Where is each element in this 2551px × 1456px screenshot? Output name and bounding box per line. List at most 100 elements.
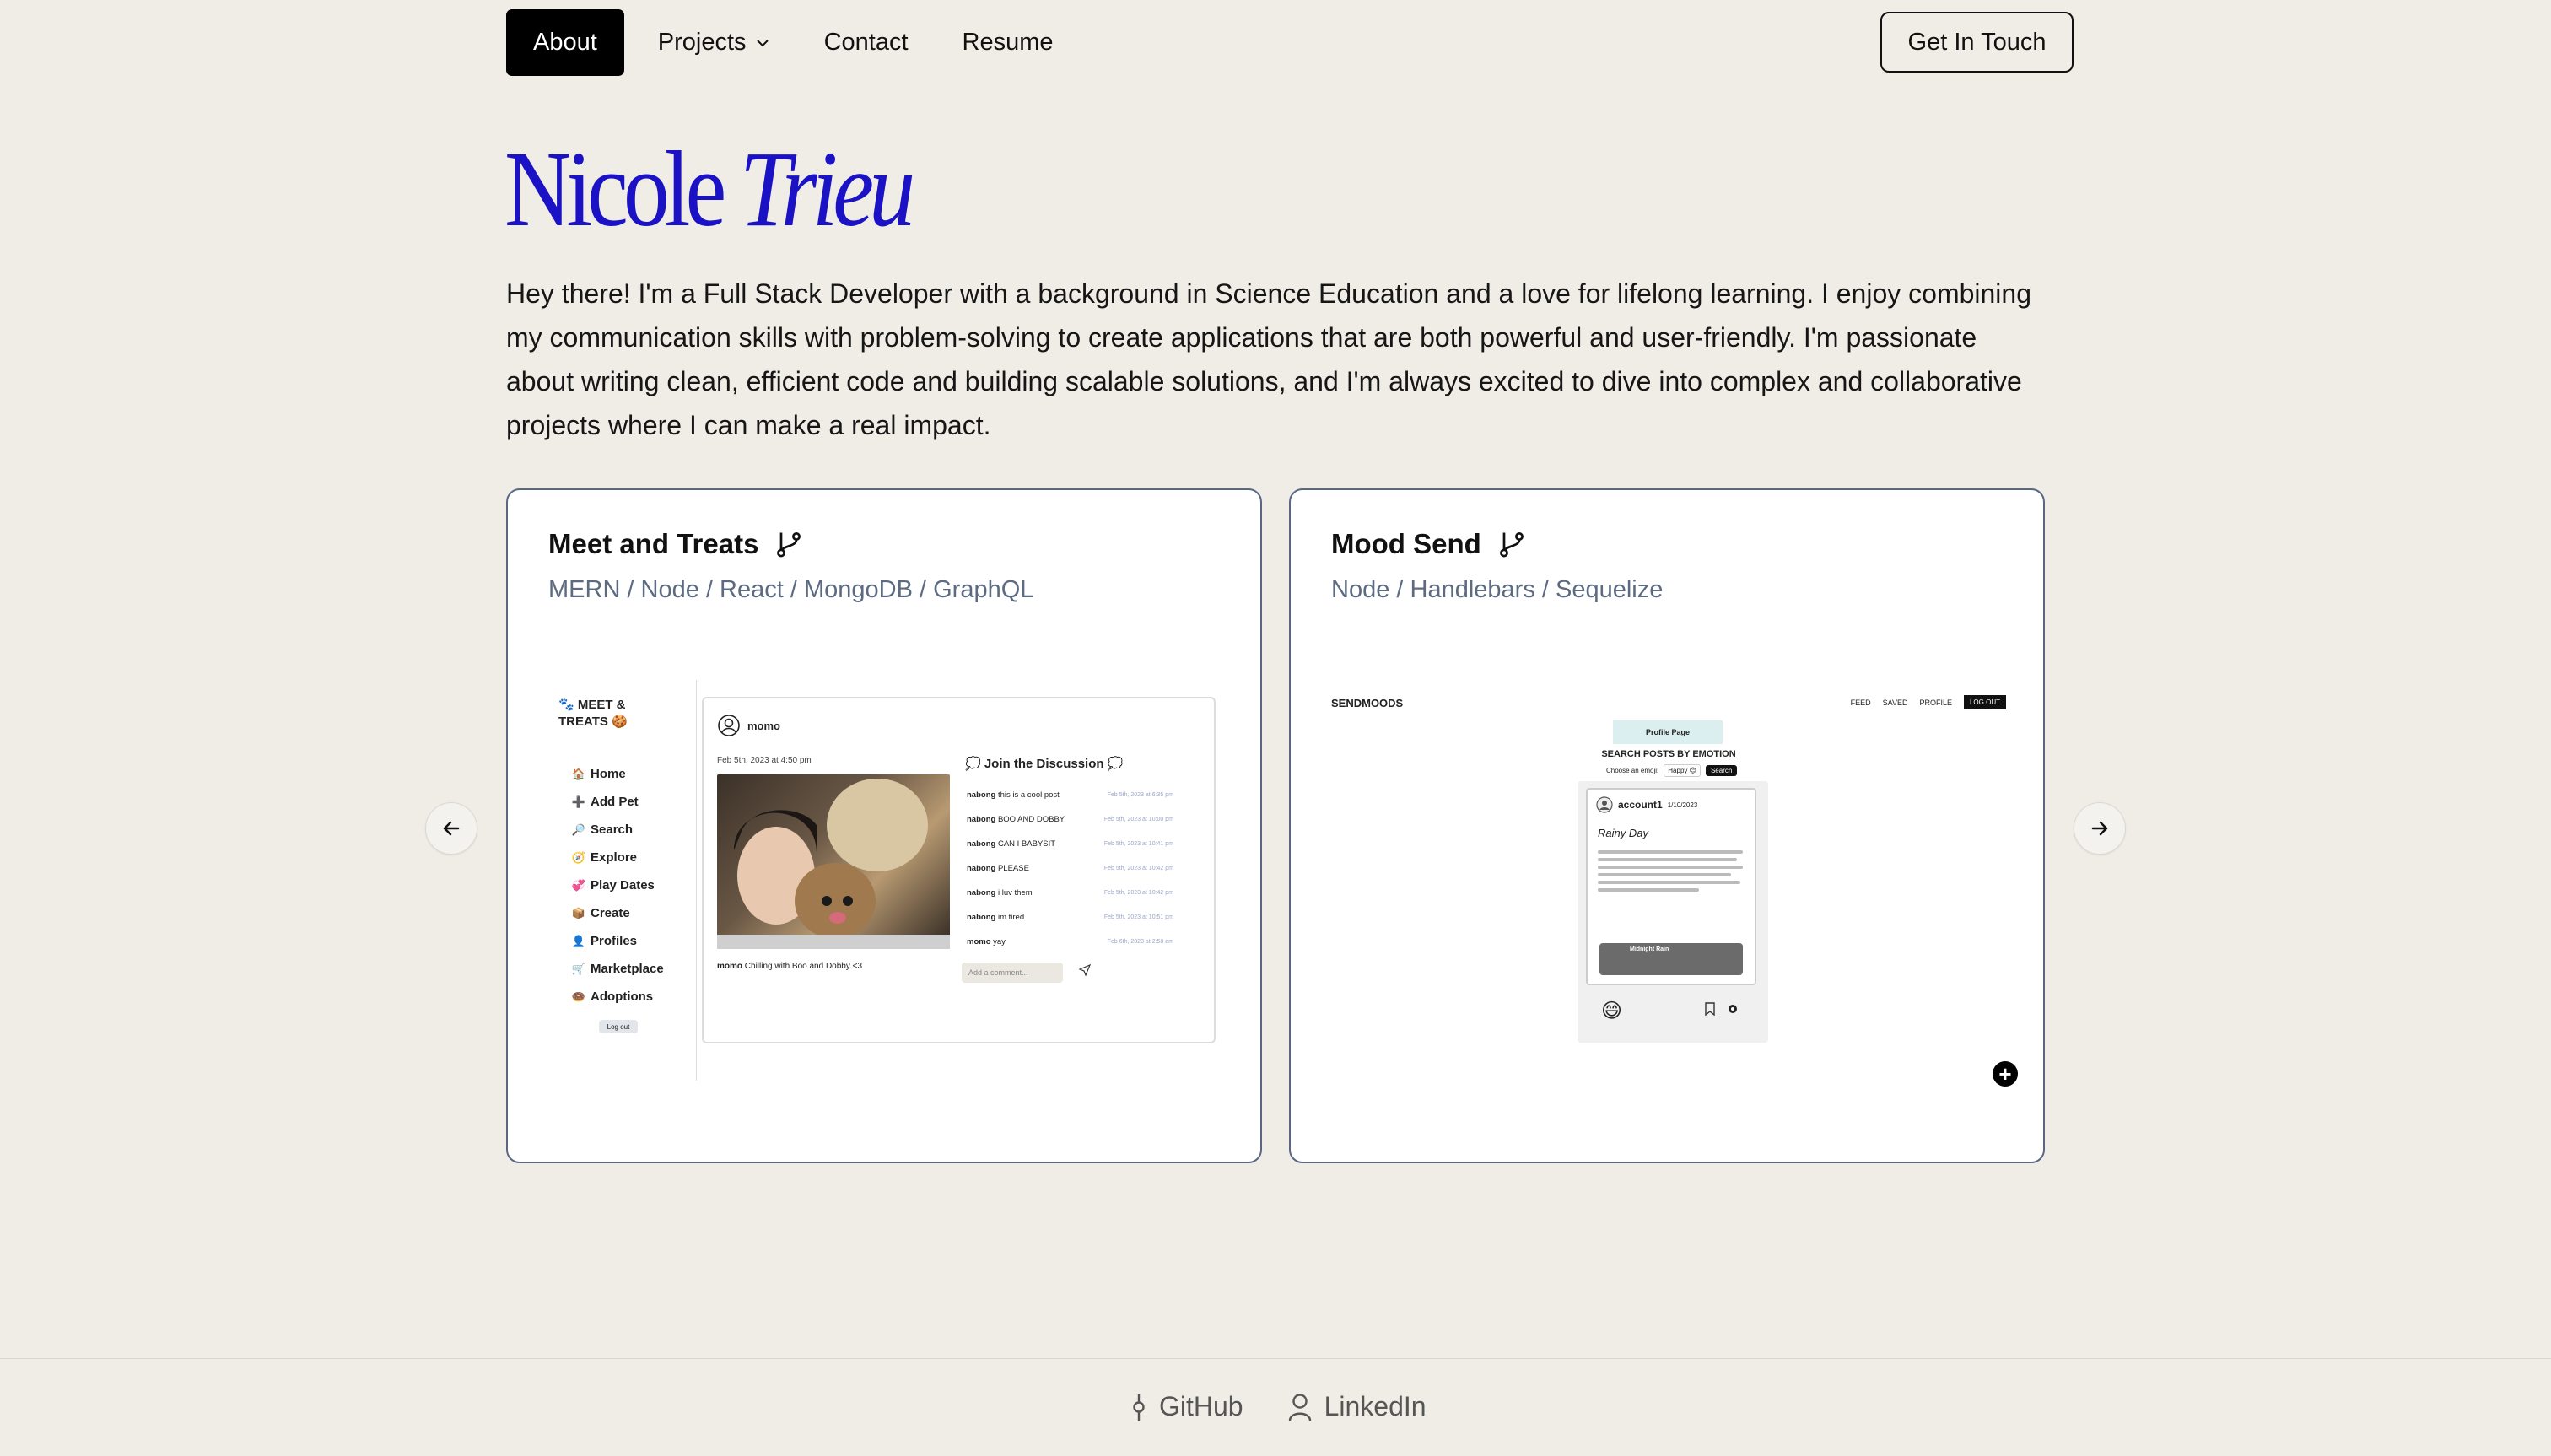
github-link[interactable]: GitHub [1130, 1391, 1243, 1422]
post-photo [717, 774, 950, 949]
project-title: Meet and Treats [548, 528, 804, 560]
comment-text: this is a cool post [997, 790, 1060, 800]
app-post: momo Feb 5th, 2023 at 4:50 pm momo Chill… [702, 697, 1216, 1043]
comment-text: PLEASE [997, 864, 1029, 873]
app-sidebar: 🏠 Home ➕ Add Pet 🔎 Search 🧭 Explore 💞 Play Da… [570, 760, 664, 1011]
add-post-icon: + [1993, 1061, 2018, 1087]
app-nav-item: 🍩 Adoptions [570, 983, 664, 1011]
post-title: Rainy Day [1598, 827, 1648, 839]
comment-row: nabong this is a cool post Feb 5th, 2023 … [967, 783, 1173, 807]
bookmark-icon [1705, 1002, 1715, 1016]
nav-resume[interactable]: Resume [936, 9, 1081, 76]
app-menu-saved: SAVED [1882, 698, 1908, 707]
app-nav-item: 🏠 Home [570, 760, 664, 788]
mood-emoji: 😄 [1601, 1000, 1623, 1022]
comment-text: i luv them [997, 888, 1033, 898]
app-menu-feed: FEED [1850, 698, 1871, 707]
choose-label: Choose an emoji: [1606, 767, 1659, 774]
comment-time: Feb 5th, 2023 at 10:51 pm [1103, 914, 1173, 920]
app-post-user: momo [717, 714, 780, 737]
app-nav-label: Profiles [591, 934, 638, 948]
project-card-meet-and-treats[interactable]: Meet and Treats MERN / Node / React / Mo… [506, 488, 1262, 1163]
comment-time: Feb 5th, 2023 at 10:42 pm [1103, 866, 1173, 871]
comment-text: BOO AND DOBBY [997, 815, 1065, 824]
choose-select: Happy 😊 [1664, 764, 1701, 777]
comment-row: nabong CAN I BABYSIT Feb 5th, 2023 at 10:… [967, 832, 1173, 856]
comment-text: yay [993, 937, 1006, 946]
app-nav-label: Explore [591, 850, 638, 865]
footer-links: GitHub LinkedIn [1130, 1391, 1427, 1422]
comment-time: Feb 5th, 2023 at 6:35 pm [1107, 792, 1173, 798]
comment-user: nabong [967, 864, 996, 873]
app-search-title: SEARCH POSTS BY EMOTION [1601, 749, 1736, 759]
app-nav-label: Marketplace [591, 962, 664, 976]
page-title: Nicole Trieu [504, 135, 915, 243]
caption-user: momo [717, 962, 742, 971]
music-player: Midnight Rain [1599, 943, 1743, 975]
compass-icon: 🧭 [571, 850, 586, 864]
app-emoji-picker: Choose an emoji: Happy 😊 Search [1606, 764, 1738, 777]
comment-row: momo yay Feb 6th, 2023 at 2:58 am [967, 930, 1173, 954]
git-branch-icon[interactable] [1497, 529, 1527, 559]
app-nav-item: ➕ Add Pet [570, 788, 664, 816]
app-logout: LOG OUT [1963, 695, 2006, 709]
comment-row: nabong im tired Feb 5th, 2023 at 10:51 pm [967, 905, 1173, 930]
app-nav-item: 🛒 Marketplace [570, 955, 664, 983]
discussion-title: 💭 Join the Discussion 💭 [965, 757, 1124, 771]
project-card-mood-send[interactable]: Mood Send Node / Handlebars / Sequelize … [1289, 488, 2045, 1163]
nav-contact[interactable]: Contact [797, 9, 936, 76]
git-branch-icon[interactable] [774, 529, 804, 559]
comment-user: momo [967, 937, 991, 946]
comment-time: Feb 5th, 2023 at 10:41 pm [1103, 841, 1173, 847]
box-icon: 📦 [571, 906, 586, 919]
person-icon [1288, 1393, 1311, 1421]
arrow-left-icon [443, 821, 460, 836]
app-nav-label: Add Pet [591, 795, 639, 809]
gear-icon [1729, 1005, 1737, 1013]
post-body [1598, 850, 1743, 896]
user-circle-icon [718, 715, 740, 736]
comment-time: Feb 5th, 2023 at 10:00 pm [1103, 817, 1173, 822]
app-nav-item: 👤 Profiles [570, 927, 664, 955]
user-circle-icon [1596, 796, 1613, 813]
donut-icon: 🍩 [571, 990, 586, 1003]
plus-icon: ➕ [571, 795, 586, 808]
comment-row: nabong i luv them Feb 5th, 2023 at 10:42 … [967, 881, 1173, 905]
app-post-date: Feb 5th, 2023 at 4:50 pm [717, 756, 812, 765]
nav-about[interactable]: About [506, 9, 624, 76]
comment-input: Add a comment... [962, 963, 1063, 983]
post-actions [1704, 1002, 1739, 1016]
intro-paragraph: Hey there! I'm a Full Stack Developer wi… [506, 278, 2031, 440]
comment-user: nabong [967, 888, 996, 898]
get-in-touch-button[interactable]: Get In Touch [1880, 12, 2074, 73]
comment-user: nabong [967, 790, 996, 800]
track-name: Midnight Rain [1630, 946, 1669, 952]
linkedin-link[interactable]: LinkedIn [1287, 1391, 1427, 1422]
app-nav-item: 🧭 Explore [570, 844, 664, 871]
app-nav-label: Home [591, 767, 626, 781]
comment-row: nabong BOO AND DOBBY Feb 5th, 2023 at 10:… [967, 807, 1173, 832]
comment-time: Feb 6th, 2023 at 2:58 am [1107, 939, 1173, 945]
comment-user: nabong [967, 839, 996, 849]
app-profile-page-tag: Profile Page [1613, 720, 1723, 744]
project-screenshot: 🐾 MEET & TREATS 🍪 🏠 Home ➕ Add Pet 🔎 Search… [558, 680, 1233, 1081]
comment-user: nabong [967, 913, 996, 922]
project-tags: Node / Handlebars / Sequelize [1331, 576, 1664, 603]
carousel-next-button[interactable] [2074, 802, 2126, 855]
search-icon: 🔎 [571, 822, 586, 836]
nav-projects-label: Projects [657, 29, 747, 56]
nav-projects[interactable]: Projects [631, 9, 797, 76]
app-post-caption: momo Chilling with Boo and Dobby <3 [717, 962, 862, 971]
carousel-prev-button[interactable] [425, 802, 477, 855]
app-logout-button: Log out [599, 1020, 638, 1033]
app-post-card: account1 1/10/2023 Rainy Day Midnight Ra… [1586, 788, 1756, 985]
app-logo: 🐾 MEET & TREATS 🍪 [558, 698, 628, 729]
github-label: GitHub [1159, 1391, 1243, 1421]
last-name: Trieu [739, 129, 915, 249]
comment-time: Feb 5th, 2023 at 10:42 pm [1103, 890, 1173, 896]
app-menu: FEED SAVED PROFILE LOG OUT [1851, 695, 2006, 709]
first-name: Nicole [504, 129, 726, 249]
app-nav-label: Search [591, 822, 634, 837]
search-button: Search [1705, 765, 1738, 776]
caption-text: Chilling with Boo and Dobby <3 [744, 962, 863, 971]
